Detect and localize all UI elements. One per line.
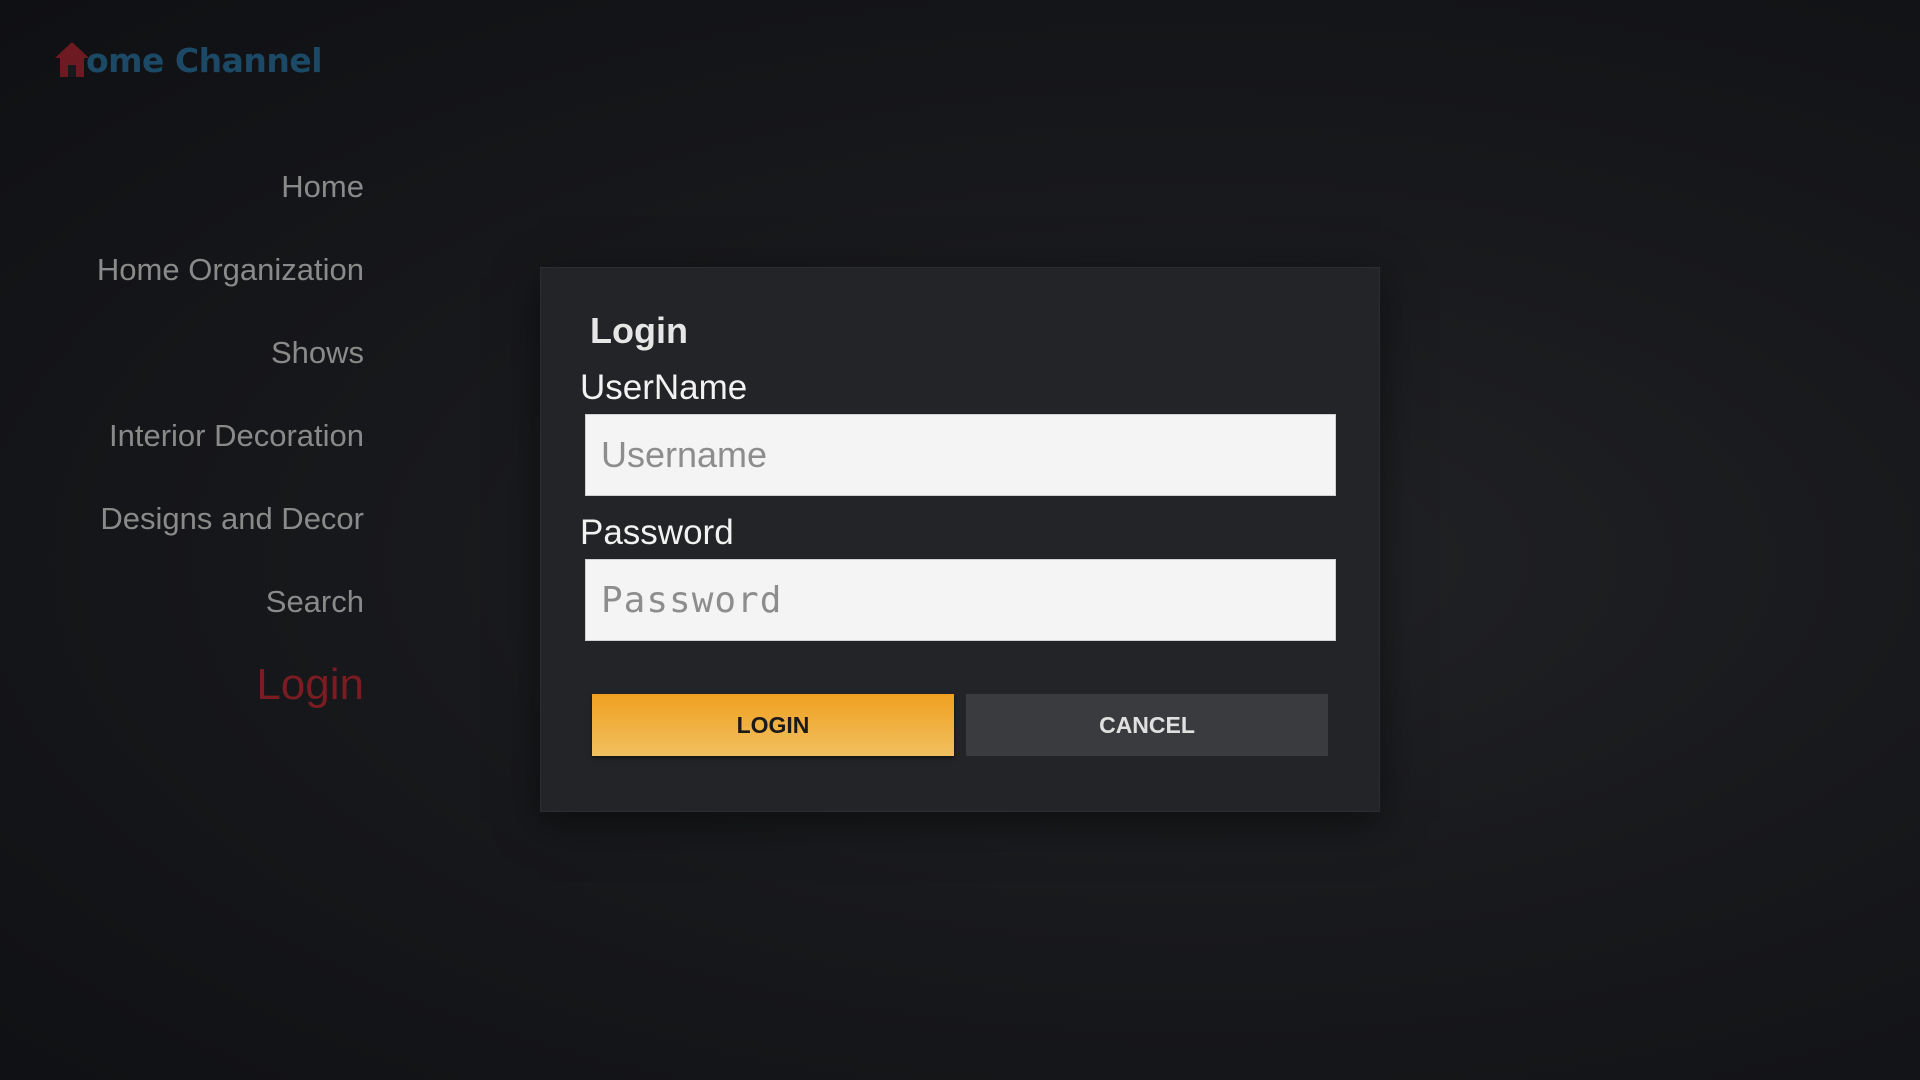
password-input[interactable]: [585, 559, 1336, 641]
username-label: UserName: [580, 368, 748, 407]
nav-item-home-organization[interactable]: Home Organization: [40, 243, 364, 326]
side-navigation: Home Home Organization Shows Interior De…: [40, 160, 364, 741]
nav-item-shows[interactable]: Shows: [40, 326, 364, 409]
nav-item-designs-and-decor[interactable]: Designs and Decor: [40, 492, 364, 575]
nav-item-home[interactable]: Home: [40, 160, 364, 243]
house-icon: [52, 40, 92, 80]
username-input[interactable]: [585, 414, 1336, 496]
dialog-title: Login: [590, 310, 688, 351]
cancel-button[interactable]: CANCEL: [966, 694, 1328, 756]
nav-item-search[interactable]: Search: [40, 575, 364, 658]
app-logo: ome Channel: [52, 36, 323, 84]
nav-item-login[interactable]: Login: [40, 658, 364, 741]
login-button[interactable]: LOGIN: [592, 694, 954, 756]
login-dialog: Login UserName Password LOGIN CANCEL: [540, 267, 1380, 812]
logo-text: ome Channel: [86, 40, 323, 80]
nav-item-interior-decoration[interactable]: Interior Decoration: [40, 409, 364, 492]
password-label: Password: [580, 513, 734, 552]
